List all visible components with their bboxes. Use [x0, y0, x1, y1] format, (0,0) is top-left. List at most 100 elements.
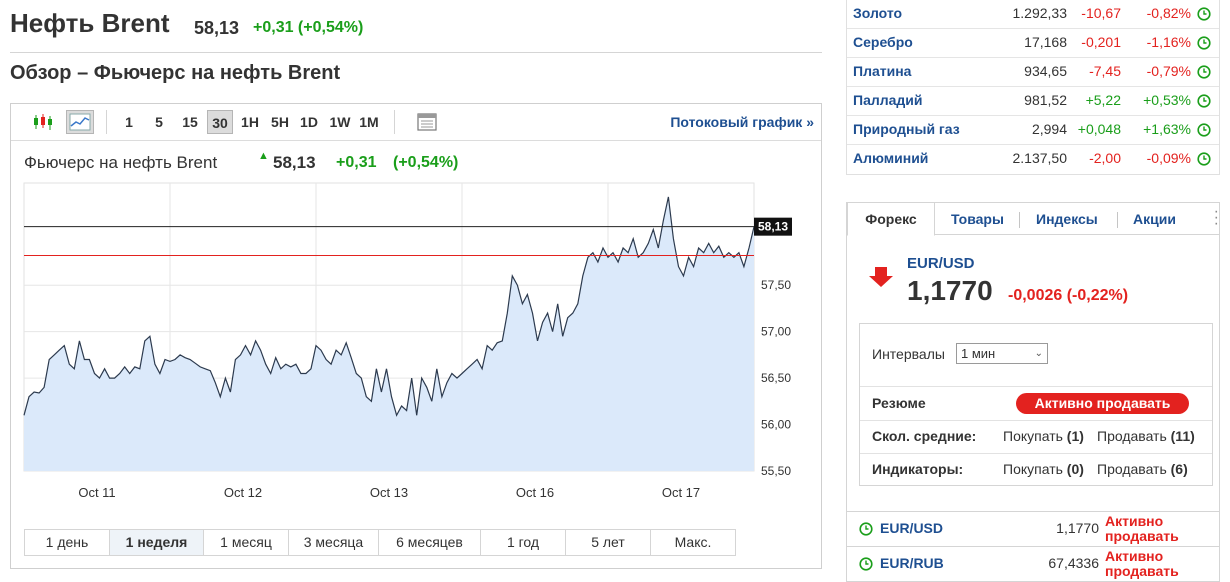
- commodity-change: +5,22: [1085, 92, 1121, 108]
- forex-list-row[interactable]: EUR/RUB 67,4336 Активно продавать: [846, 546, 1220, 582]
- commodity-name[interactable]: Золото: [853, 5, 902, 21]
- clock-icon: [859, 557, 873, 571]
- ind-buy: Покупать (0): [1003, 461, 1084, 477]
- period-1d[interactable]: 1 день: [25, 530, 110, 555]
- header-price: 58,13: [194, 18, 240, 38]
- market-tabs: Форекс Товары Индексы Акции · · ·: [847, 202, 1219, 236]
- commodity-value: 2,994: [1031, 121, 1067, 137]
- commodity-value: 2.137,50: [1012, 150, 1068, 166]
- up-arrow-icon: ▲: [258, 150, 269, 162]
- commodity-name[interactable]: Палладий: [853, 92, 923, 108]
- period-1w[interactable]: 1 неделя: [110, 530, 204, 555]
- commodity-row[interactable]: Серебро 17,168 -0,201 -1,16%: [847, 29, 1219, 58]
- x-tick-label: Oct 12: [224, 485, 262, 500]
- streaming-chart-link[interactable]: Потоковый график »: [670, 114, 814, 130]
- forex-list-signal: Активно продавать: [1105, 513, 1179, 544]
- clock-icon: [1197, 65, 1211, 79]
- chevron-down-icon: ⌄: [1034, 348, 1043, 359]
- commodity-change: +0,048: [1077, 121, 1121, 137]
- chart-change-pct: (+0,54%): [393, 154, 459, 171]
- commodity-change-pct: +1,63%: [1143, 121, 1191, 137]
- tab-indices[interactable]: Индексы: [1036, 203, 1098, 235]
- x-tick-label: Oct 11: [78, 485, 115, 500]
- header-change: +0,31 (+0,54%): [253, 19, 364, 36]
- commodity-name[interactable]: Природный газ: [853, 121, 960, 137]
- chart-toolbar: 1 5 15 30 1H 5H 1D 1W 1M Потоковый графи…: [24, 106, 814, 138]
- interval-1m[interactable]: 1M: [356, 110, 382, 134]
- header-divider: [10, 52, 822, 53]
- commodity-change-pct: -0,79%: [1146, 63, 1191, 79]
- commodity-name[interactable]: Серебро: [853, 34, 913, 50]
- candlestick-icon[interactable]: [30, 110, 56, 134]
- interval-1[interactable]: 1: [120, 110, 138, 134]
- forex-change: -0,0026 (-0,22%): [1008, 287, 1129, 304]
- commodity-name[interactable]: Платина: [853, 63, 911, 79]
- forex-list-signal: Активно продавать: [1105, 548, 1179, 579]
- chart-price: 58,13: [273, 153, 316, 172]
- x-tick-label: Oct 13: [370, 485, 408, 500]
- interval-15[interactable]: 15: [178, 110, 202, 134]
- x-tick-label: Oct 17: [662, 485, 700, 500]
- current-price-label: 58,13: [758, 220, 788, 234]
- period-1m[interactable]: 1 месяц: [204, 530, 289, 555]
- chart-instrument-name: Фьючерс на нефть Brent: [24, 153, 218, 172]
- period-tabs: 1 день 1 неделя 1 месяц 3 месяца 6 месяц…: [24, 529, 736, 556]
- commodity-value: 981,52: [1024, 92, 1067, 108]
- commodity-change-pct: -0,09%: [1146, 150, 1191, 166]
- interval-5[interactable]: 5: [150, 110, 168, 134]
- tab-forex[interactable]: Форекс: [847, 202, 935, 236]
- summary-label: Резюме: [872, 395, 926, 411]
- chart-change: +0,31: [336, 154, 377, 171]
- clock-icon: [1197, 123, 1211, 137]
- more-icon[interactable]: · · ·: [1214, 204, 1219, 232]
- forex-list-value: 67,4336: [1048, 555, 1099, 571]
- commodity-value: 934,65: [1024, 63, 1067, 79]
- commodity-name[interactable]: Алюминий: [853, 150, 928, 166]
- tab-stocks[interactable]: Акции: [1133, 203, 1176, 235]
- clock-icon: [1197, 152, 1211, 166]
- price-chart[interactable]: 57,50 57,00 56,50 56,00 55,50 Oct 11 Oct 12 Oct…: [10, 175, 810, 515]
- commodity-row[interactable]: Природный газ 2,994 +0,048 +1,63%: [847, 116, 1219, 145]
- tab-commodities[interactable]: Товары: [951, 203, 1004, 235]
- interval-1h[interactable]: 1H: [237, 110, 263, 134]
- y-tick-label: 57,50: [761, 278, 791, 292]
- period-1y[interactable]: 1 год: [481, 530, 566, 555]
- clock-icon: [1197, 7, 1211, 21]
- ma-sell: Продавать (11): [1097, 428, 1195, 444]
- y-tick-label: 56,50: [761, 371, 791, 385]
- commodity-change: -2,00: [1089, 150, 1121, 166]
- commodity-change-pct: +0,53%: [1143, 92, 1191, 108]
- period-3m[interactable]: 3 месяца: [289, 530, 379, 555]
- period-max[interactable]: Макс.: [651, 530, 735, 555]
- interval-5h[interactable]: 5H: [267, 110, 293, 134]
- indicators-label: Индикаторы:: [872, 461, 964, 477]
- commodity-change: -7,45: [1089, 63, 1121, 79]
- commodities-table: Золото 1.292,33 -10,67 -0,82% Серебро 17,168-…: [846, 0, 1220, 175]
- page-title: Нефть Brent: [10, 8, 170, 38]
- commodity-value: 1.292,33: [1012, 5, 1068, 21]
- commodity-row[interactable]: Алюминий 2.137,50 -2,00 -0,09%: [847, 145, 1219, 174]
- area-chart-icon[interactable]: [66, 110, 94, 134]
- ind-sell: Продавать (6): [1097, 461, 1188, 477]
- interval-1w[interactable]: 1W: [325, 110, 355, 134]
- table-view-icon[interactable]: [414, 110, 440, 134]
- interval-select[interactable]: 1 мин ⌄: [956, 343, 1048, 364]
- commodity-row[interactable]: Платина 934,65 -7,45 -0,79%: [847, 58, 1219, 87]
- y-tick-label: 57,00: [761, 325, 791, 339]
- forex-list-pair[interactable]: EUR/RUB: [880, 555, 944, 571]
- ma-buy: Покупать (1): [1003, 428, 1084, 444]
- commodity-change-pct: -1,16%: [1146, 34, 1191, 50]
- period-5y[interactable]: 5 лет: [566, 530, 651, 555]
- commodity-row[interactable]: Золото 1.292,33 -10,67 -0,82%: [847, 0, 1219, 29]
- forex-list-row[interactable]: EUR/USD 1,1770 Активно продавать: [846, 511, 1220, 547]
- interval-label: Интервалы: [872, 346, 945, 362]
- forex-list-value: 1,1770: [1056, 520, 1099, 536]
- clock-icon: [1197, 36, 1211, 50]
- x-tick-label: Oct 16: [516, 485, 554, 500]
- forex-pair-link[interactable]: EUR/USD: [907, 255, 975, 272]
- period-6m[interactable]: 6 месяцев: [379, 530, 481, 555]
- forex-list-pair[interactable]: EUR/USD: [880, 520, 943, 536]
- interval-30[interactable]: 30: [207, 110, 233, 134]
- interval-1d[interactable]: 1D: [296, 110, 322, 134]
- commodity-row[interactable]: Палладий 981,52 +5,22 +0,53%: [847, 87, 1219, 116]
